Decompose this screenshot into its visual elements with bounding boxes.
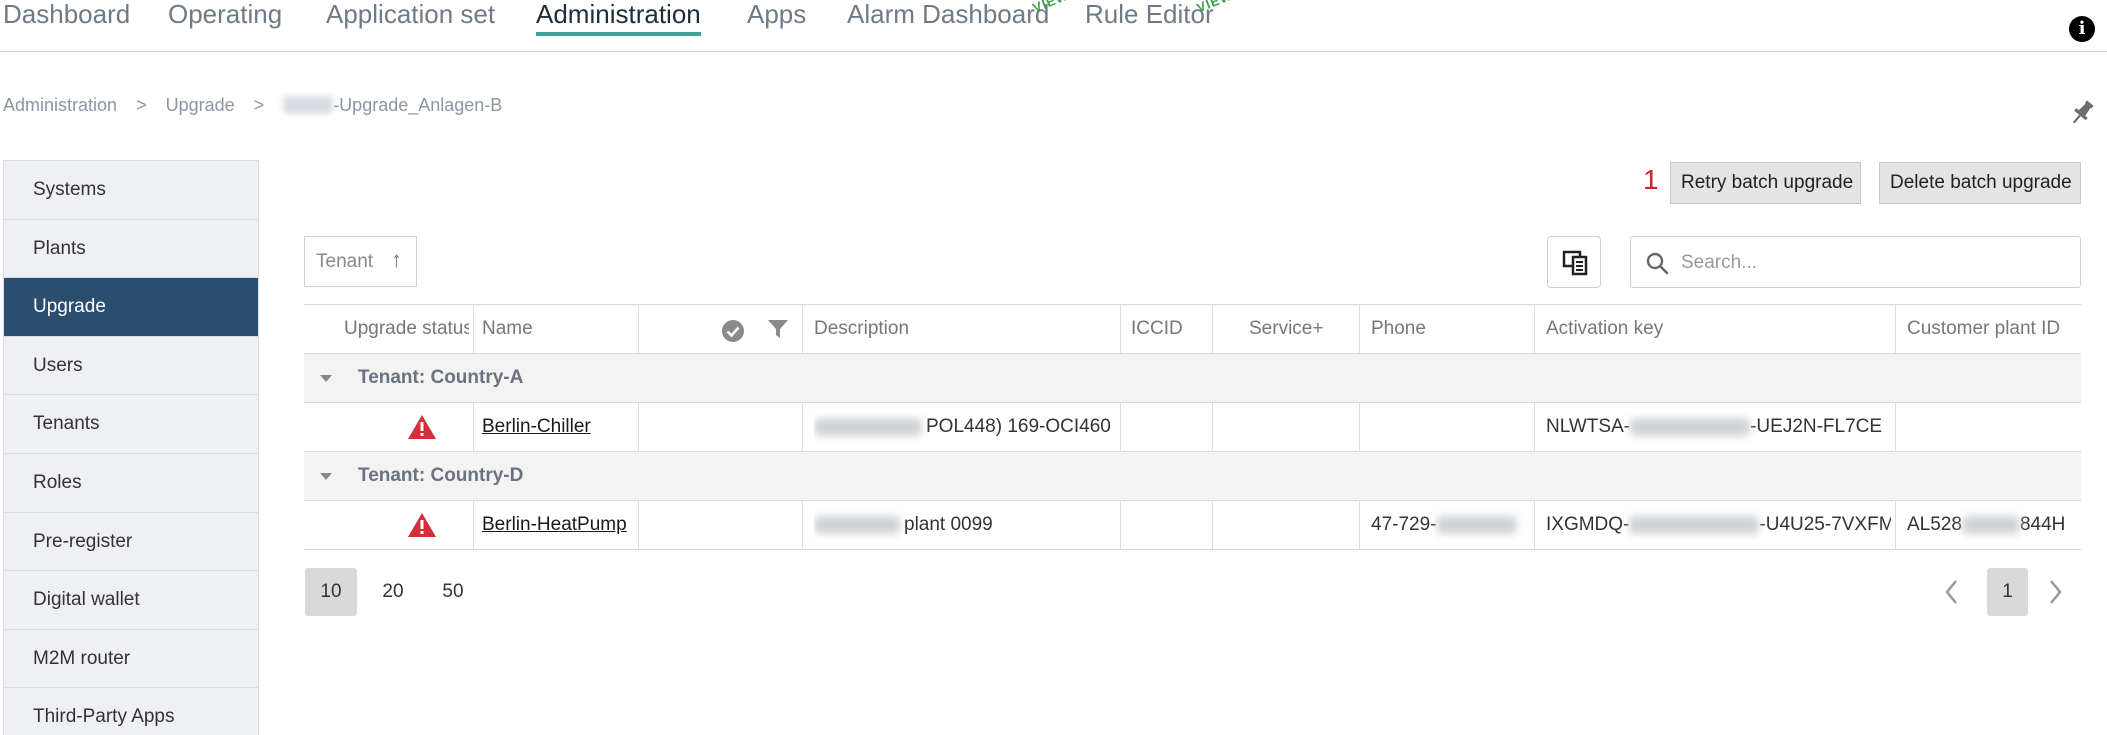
group-row[interactable]: Tenant: Country-A — [304, 354, 2081, 403]
page-size-20[interactable]: 20 — [373, 568, 413, 616]
header-upgrade-status[interactable]: Upgrade status — [344, 305, 469, 353]
tab-apps[interactable]: Apps — [747, 0, 806, 44]
breadcrumb-separator: > — [136, 94, 147, 115]
filter-icon[interactable] — [767, 318, 789, 340]
group-by-chip[interactable]: Tenant ↑ — [304, 236, 417, 287]
tab-operating[interactable]: Operating — [168, 0, 282, 44]
tab-administration[interactable]: Administration — [536, 0, 701, 44]
tab-dashboard[interactable]: Dashboard — [3, 0, 130, 44]
page-size-10[interactable]: 10 — [305, 568, 357, 616]
group-row[interactable]: Tenant: Country-D — [304, 452, 2081, 501]
retry-batch-upgrade-button[interactable]: Retry batch upgrade — [1670, 162, 1861, 204]
plant-name-link[interactable]: Berlin-Chiller — [482, 403, 632, 451]
sidebar-item-systems[interactable]: Systems — [4, 161, 258, 220]
phone-cell: 47-729- — [1371, 501, 1531, 549]
tab-alarm-dashboard[interactable]: Alarm Dashboard — [847, 0, 1049, 44]
activation-key-cell: IXGMDQ- -U4U25-7VXFM — [1546, 514, 1891, 535]
caret-down-icon[interactable] — [320, 473, 332, 480]
description-cell: POL448) 169-OCI460 — [814, 403, 1114, 451]
upgrade-table: Upgrade status Name Description ICCID Se… — [304, 304, 2081, 550]
main-content: 1 Retry batch upgrade Delete batch upgra… — [301, 150, 2081, 735]
redacted-text — [283, 96, 334, 115]
redacted-text — [814, 417, 922, 436]
sidebar-item-pre-register[interactable]: Pre-register — [4, 513, 258, 572]
caret-down-icon[interactable] — [320, 375, 332, 382]
breadcrumb-current: -Upgrade_Anlagen-B — [333, 94, 503, 115]
sidebar-item-upgrade[interactable]: Upgrade — [4, 278, 258, 337]
header-iccid[interactable]: ICCID — [1131, 305, 1211, 353]
header-activation-key[interactable]: Activation key — [1546, 305, 1846, 353]
table-header-row: Upgrade status Name Description ICCID Se… — [304, 305, 2081, 354]
search-box — [1630, 236, 2081, 288]
page-number-current[interactable]: 1 — [1987, 568, 2028, 616]
breadcrumb-upgrade[interactable]: Upgrade — [166, 95, 235, 116]
sidebar: Systems Plants Upgrade Users Tenants Rol… — [3, 160, 259, 735]
page-size-50[interactable]: 50 — [433, 568, 473, 616]
info-icon[interactable]: i — [2069, 16, 2095, 42]
check-circle-icon[interactable] — [721, 319, 745, 343]
breadcrumb-administration[interactable]: Administration — [3, 95, 117, 116]
breadcrumb: Administration > Upgrade > -Upgrade_Anla… — [3, 94, 502, 116]
chevron-right-icon[interactable] — [2044, 578, 2066, 606]
redacted-text — [814, 515, 900, 534]
sidebar-item-digital-wallet[interactable]: Digital wallet — [4, 571, 258, 630]
warning-icon — [408, 513, 436, 537]
sidebar-item-tenants[interactable]: Tenants — [4, 395, 258, 454]
tab-application-set[interactable]: Application set — [326, 0, 495, 44]
column-settings-button[interactable] — [1547, 236, 1601, 288]
column-settings-icon — [1562, 250, 1588, 276]
redacted-text — [1630, 417, 1751, 436]
activation-key-cell: NLWTSA- -UEJ2N-FL7CE — [1546, 416, 1883, 437]
tab-rule-editor[interactable]: Rule Editor — [1085, 0, 1214, 44]
description-cell: plant 0099 — [814, 501, 1114, 549]
sidebar-item-third-party-apps[interactable]: Third-Party Apps — [4, 688, 258, 735]
redacted-text — [1961, 515, 2020, 534]
table-row[interactable]: Berlin-Chiller POL448) 169-OCI460 NLWTSA… — [304, 403, 2081, 452]
selection-count-badge: 1 — [1643, 164, 1659, 195]
plant-name-link[interactable]: Berlin-HeatPump — [482, 501, 637, 549]
search-icon — [1646, 252, 1669, 275]
header-phone[interactable]: Phone — [1371, 305, 1481, 353]
customer-plant-id-cell: AL528 844H — [1907, 514, 2066, 535]
top-navigation: Dashboard Operating Application set Admi… — [0, 0, 2107, 52]
group-by-label: Tenant — [316, 251, 374, 272]
redacted-text — [1436, 515, 1517, 534]
table-row[interactable]: Berlin-HeatPump plant 0099 47-729- IXGMD… — [304, 501, 2081, 550]
sidebar-item-plants[interactable]: Plants — [4, 220, 258, 279]
sidebar-item-roles[interactable]: Roles — [4, 454, 258, 513]
chevron-left-icon[interactable] — [1941, 578, 1963, 606]
breadcrumb-separator: > — [253, 94, 265, 115]
preview-tag-rule: VIEW — [1194, 0, 1235, 16]
header-service-plus[interactable]: Service+ — [1249, 305, 1344, 353]
delete-batch-upgrade-button[interactable]: Delete batch upgrade — [1879, 162, 2081, 204]
header-name[interactable]: Name — [482, 305, 592, 353]
pin-icon[interactable] — [2069, 98, 2095, 128]
group-label: Tenant: Country-D — [358, 465, 524, 486]
preview-tag-alarm: VIEW — [1030, 0, 1071, 16]
sort-up-icon[interactable]: ↑ — [391, 248, 402, 272]
sidebar-item-m2m-router[interactable]: M2M router — [4, 630, 258, 689]
search-input[interactable] — [1681, 249, 2061, 277]
sidebar-item-users[interactable]: Users — [4, 337, 258, 396]
header-customer-plant-id[interactable]: Customer plant ID — [1907, 305, 2081, 353]
group-label: Tenant: Country-A — [358, 367, 524, 388]
header-description[interactable]: Description — [814, 305, 1114, 353]
warning-icon — [408, 415, 436, 439]
redacted-text — [1629, 515, 1760, 534]
